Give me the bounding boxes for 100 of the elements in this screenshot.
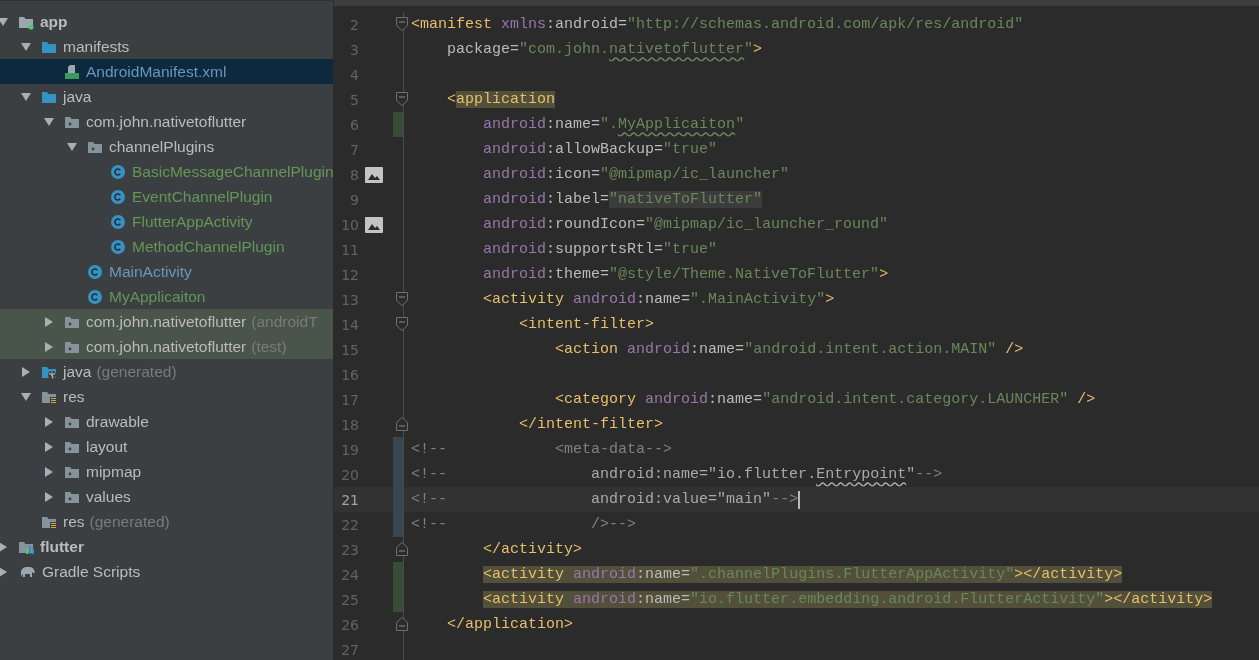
tree-item-label: MyApplicaiton (109, 287, 206, 306)
tree-row[interactable]: layout (0, 434, 333, 459)
change-marker[interactable] (393, 437, 403, 462)
comment-marker: <!-- (411, 516, 447, 533)
tree-row[interactable]: com.john.nativetoflutter (0, 109, 333, 134)
tree-row[interactable]: java (0, 84, 333, 109)
tree-row[interactable]: manifests (0, 34, 333, 59)
line-number: 14 (340, 316, 359, 333)
image-icon[interactable] (365, 166, 383, 183)
change-marker[interactable] (393, 512, 403, 537)
expand-arrow-icon[interactable] (44, 466, 54, 477)
tree-row[interactable]: Gradle Scripts (0, 559, 333, 584)
fold-marker-icon[interactable] (396, 292, 408, 306)
line-number: 25 (340, 591, 359, 608)
collapse-arrow-icon[interactable] (67, 141, 77, 152)
class-icon (110, 238, 126, 255)
line-number: 7 (349, 141, 359, 158)
expand-arrow-icon[interactable] (21, 366, 31, 377)
fold-marker-icon[interactable] (396, 92, 408, 106)
comment-marker: <!-- (411, 466, 447, 483)
tree-item-label: MethodChannelPlugin (132, 237, 285, 256)
line-number: 16 (340, 366, 359, 383)
tree-item-label: channelPlugins (109, 137, 215, 156)
collapse-arrow-icon[interactable] (21, 391, 31, 402)
tree-row[interactable]: AndroidManifest.xml (0, 59, 333, 84)
tree-item-label: FlutterAppActivity (132, 212, 253, 231)
class-icon (110, 188, 126, 205)
tree-item-label: com.john.nativetoflutter (86, 112, 247, 131)
line-number: 6 (349, 116, 359, 133)
fold-marker-icon[interactable] (396, 317, 408, 331)
tree-row[interactable]: mipmap (0, 459, 333, 484)
tree-item-label: MainActivity (109, 262, 192, 281)
tree-row[interactable]: EventChannelPlugin (0, 184, 333, 209)
expand-arrow-icon[interactable] (0, 541, 8, 552)
code-line: </application> (446, 616, 574, 633)
line-number: 3 (349, 41, 359, 58)
fold-marker-icon[interactable] (396, 542, 408, 556)
tree-item-label: Gradle Scripts (42, 562, 141, 581)
tree-row[interactable]: MyApplicaiton (0, 284, 333, 309)
tree-row[interactable]: drawable (0, 409, 333, 434)
code-line: android:roundIcon="@mipmap/ic_launcher_round" (482, 216, 889, 233)
tree-row[interactable]: BasicMessageChannelPlugin (0, 159, 333, 184)
change-marker[interactable] (393, 562, 403, 587)
tree-item-label: AndroidManifest.xml (86, 62, 227, 81)
image-icon[interactable] (365, 216, 383, 233)
class-icon (110, 213, 126, 230)
collapse-arrow-icon[interactable] (44, 116, 54, 127)
line-number: 12 (340, 266, 359, 283)
expand-arrow-icon[interactable] (44, 416, 54, 427)
tree-item-label: res (63, 512, 85, 531)
line-number: 21 (340, 491, 359, 508)
comment-marker: <!-- (411, 491, 447, 508)
expand-arrow-icon[interactable] (44, 341, 54, 352)
code-line: </intent-filter> (518, 416, 664, 433)
tree-row[interactable]: res (generated) (0, 509, 333, 534)
collapse-arrow-icon[interactable] (21, 91, 31, 102)
tree-item-note: (generated) (89, 512, 170, 531)
collapse-arrow-icon[interactable] (0, 16, 8, 27)
expand-arrow-icon[interactable] (44, 441, 54, 452)
code-line: </activity> (482, 541, 583, 558)
line-number: 23 (340, 541, 359, 558)
line-number: 22 (340, 516, 359, 533)
tree-item-label: EventChannelPlugin (132, 187, 273, 206)
fold-marker-icon[interactable] (396, 617, 408, 631)
collapse-arrow-icon[interactable] (21, 41, 31, 52)
tree-item-label: java (63, 87, 92, 106)
line-number: 20 (340, 466, 359, 483)
line-number: 10 (340, 216, 359, 233)
tree-row[interactable]: app (0, 9, 333, 34)
expand-arrow-icon[interactable] (0, 566, 8, 577)
line-number: 5 (349, 91, 359, 108)
tree-item-label: flutter (40, 537, 84, 556)
tree-row[interactable]: FlutterAppActivity (0, 209, 333, 234)
tree-item-note: (generated) (96, 362, 177, 381)
fold-marker-icon[interactable] (396, 17, 408, 31)
line-number: 13 (340, 291, 359, 308)
tree-row[interactable]: MethodChannelPlugin (0, 234, 333, 259)
tree-row[interactable]: values (0, 484, 333, 509)
expand-arrow-icon[interactable] (44, 316, 54, 327)
change-marker[interactable] (393, 587, 403, 612)
line-number: 27 (340, 641, 359, 658)
fold-marker-icon[interactable] (396, 417, 408, 431)
change-marker[interactable] (393, 112, 403, 137)
code-line: <activity android:name=".MainActivity"> (482, 291, 835, 308)
tree-row[interactable]: MainActivity (0, 259, 333, 284)
tree-row[interactable]: res (0, 384, 333, 409)
tree-item-label: com.john.nativetoflutter (86, 337, 247, 356)
line-number: 2 (349, 16, 359, 33)
expand-arrow-icon[interactable] (44, 491, 54, 502)
tree-row[interactable]: java (generated) (0, 359, 333, 384)
tree-item-label: app (40, 12, 68, 31)
line-number: 19 (340, 441, 359, 458)
tree-row[interactable]: channelPlugins (0, 134, 333, 159)
line-number: 4 (349, 66, 359, 83)
tree-item-label: mipmap (86, 462, 142, 481)
tree-item-label: drawable (86, 412, 149, 431)
code-line: <category android:name="android.intent.category.LAUNCHER" /> (554, 391, 1096, 408)
line-number: 18 (340, 416, 359, 433)
code-line: android:name="io.flutter.Entrypoint"--> (590, 466, 943, 483)
tree-row[interactable]: flutter (0, 534, 333, 559)
